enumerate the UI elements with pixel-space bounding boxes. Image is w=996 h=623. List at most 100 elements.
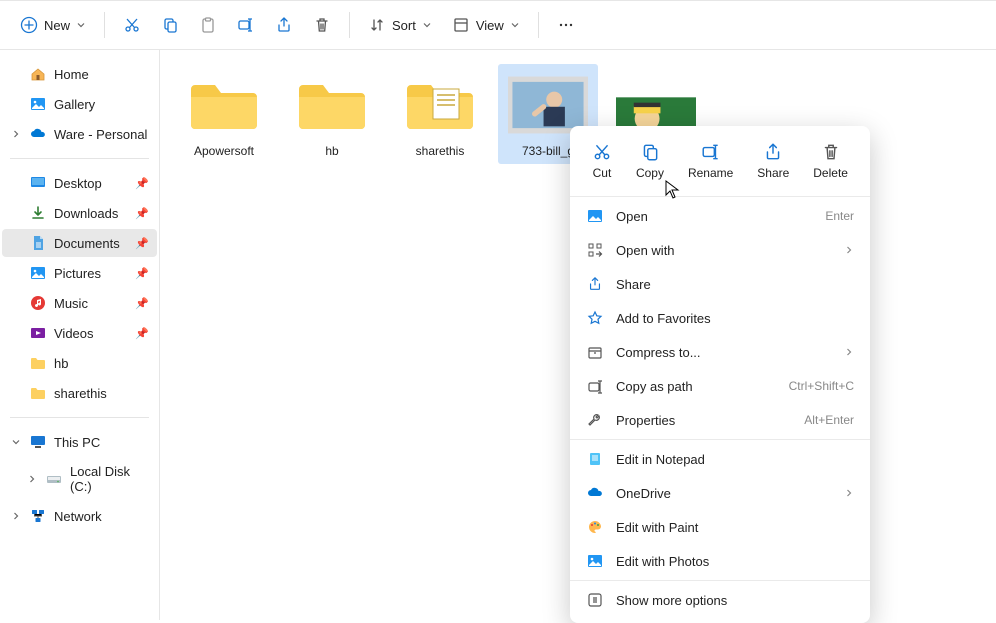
shortcut: Alt+Enter bbox=[804, 413, 854, 427]
folder-icon bbox=[30, 385, 46, 401]
ctx-notepad[interactable]: Edit in Notepad bbox=[570, 442, 870, 476]
label: Local Disk (C:) bbox=[70, 464, 151, 494]
sidebar-item-documents[interactable]: Documents 📌 bbox=[2, 229, 157, 257]
label: Ware - Personal bbox=[54, 127, 147, 142]
documents-icon bbox=[30, 235, 46, 251]
label: Gallery bbox=[54, 97, 95, 112]
chevron-right-icon bbox=[844, 245, 854, 255]
paste-button[interactable] bbox=[189, 10, 227, 40]
shortcut: Enter bbox=[825, 209, 854, 223]
sidebar-item-pictures[interactable]: Pictures 📌 bbox=[2, 259, 157, 287]
sidebar-item-localdisk[interactable]: Local Disk (C:) bbox=[2, 458, 157, 500]
chevron-right-icon[interactable] bbox=[26, 473, 38, 485]
ctx-openwith[interactable]: Open with bbox=[570, 233, 870, 267]
label: hb bbox=[54, 356, 68, 371]
ctx-photos[interactable]: Edit with Photos bbox=[570, 544, 870, 578]
sidebar-item-desktop[interactable]: Desktop 📌 bbox=[2, 169, 157, 197]
label: Properties bbox=[616, 413, 675, 428]
ctx-paint[interactable]: Edit with Paint bbox=[570, 510, 870, 544]
ctx-share2[interactable]: Share bbox=[570, 267, 870, 301]
sidebar-item-home[interactable]: Home bbox=[2, 60, 157, 88]
pin-icon[interactable]: 📌 bbox=[135, 327, 149, 340]
ctx-copy[interactable]: Copy bbox=[632, 138, 668, 184]
sidebar-item-gallery[interactable]: Gallery bbox=[2, 90, 157, 118]
sort-button[interactable]: Sort bbox=[358, 10, 442, 40]
sidebar-item-downloads[interactable]: Downloads 📌 bbox=[2, 199, 157, 227]
sidebar-item-videos[interactable]: Videos 📌 bbox=[2, 319, 157, 347]
label: Rename bbox=[688, 166, 733, 180]
cut-button[interactable] bbox=[113, 10, 151, 40]
sidebar-item-music[interactable]: Music 📌 bbox=[2, 289, 157, 317]
mouse-cursor-icon bbox=[665, 180, 681, 200]
pin-icon[interactable]: 📌 bbox=[135, 267, 149, 280]
sidebar-item-network[interactable]: Network bbox=[2, 502, 157, 530]
sort-icon bbox=[368, 16, 386, 34]
ctx-more-options[interactable]: Show more options bbox=[570, 583, 870, 617]
label: Delete bbox=[813, 166, 848, 180]
ctx-open[interactable]: OpenEnter bbox=[570, 199, 870, 233]
sidebar-item-sharethis[interactable]: sharethis bbox=[2, 379, 157, 407]
label: Cut bbox=[593, 166, 612, 180]
chevron-down-icon bbox=[422, 20, 432, 30]
share-icon bbox=[586, 275, 604, 293]
ctx-rename[interactable]: Rename bbox=[684, 138, 737, 184]
ctx-favorites[interactable]: Add to Favorites bbox=[570, 301, 870, 335]
sidebar-item-ware[interactable]: Ware - Personal bbox=[2, 120, 157, 148]
copypath-icon bbox=[586, 377, 604, 395]
folder-item-sharethis[interactable]: sharethis bbox=[390, 64, 490, 164]
folder-item-apowersoft[interactable]: Apowersoft bbox=[174, 64, 274, 164]
chevron-right-icon[interactable] bbox=[10, 510, 22, 522]
onedrive-icon bbox=[30, 126, 46, 142]
ctx-cut[interactable]: Cut bbox=[588, 138, 616, 184]
share-icon bbox=[275, 16, 293, 34]
view-icon bbox=[452, 16, 470, 34]
rename-button[interactable] bbox=[227, 10, 265, 40]
share-button[interactable] bbox=[265, 10, 303, 40]
paint-icon bbox=[586, 518, 604, 536]
pin-icon[interactable]: 📌 bbox=[135, 177, 149, 190]
pin-icon[interactable]: 📌 bbox=[135, 207, 149, 220]
wrench-icon bbox=[586, 411, 604, 429]
pictures-icon bbox=[30, 265, 46, 281]
more-button[interactable] bbox=[547, 10, 585, 40]
copy-button[interactable] bbox=[151, 10, 189, 40]
label: Share bbox=[616, 277, 651, 292]
divider bbox=[10, 417, 149, 418]
label: OneDrive bbox=[616, 486, 671, 501]
label: sharethis bbox=[416, 144, 465, 158]
folder-icon bbox=[184, 70, 264, 140]
folder-item-hb[interactable]: hb bbox=[282, 64, 382, 164]
chevron-down-icon bbox=[76, 20, 86, 30]
ctx-share[interactable]: Share bbox=[753, 138, 793, 184]
pin-icon[interactable]: 📌 bbox=[135, 297, 149, 310]
rename-icon bbox=[237, 16, 255, 34]
context-menu-top-actions: Cut Copy Rename Share Delete bbox=[570, 132, 870, 194]
folder-icon bbox=[30, 355, 46, 371]
label: Apowersoft bbox=[194, 144, 254, 158]
new-button[interactable]: New bbox=[10, 10, 96, 40]
ctx-compress[interactable]: Compress to... bbox=[570, 335, 870, 369]
desktop-icon bbox=[30, 175, 46, 191]
toolbar: New Sort View bbox=[0, 0, 996, 50]
delete-button[interactable] bbox=[303, 10, 341, 40]
openwith-icon bbox=[586, 241, 604, 259]
sidebar-item-thispc[interactable]: This PC bbox=[2, 428, 157, 456]
download-icon bbox=[30, 205, 46, 221]
ctx-delete[interactable]: Delete bbox=[809, 138, 852, 184]
ctx-onedrive[interactable]: OneDrive bbox=[570, 476, 870, 510]
label: Downloads bbox=[54, 206, 118, 221]
folder-icon bbox=[292, 70, 372, 140]
notepad-icon bbox=[586, 450, 604, 468]
music-icon bbox=[30, 295, 46, 311]
sidebar-item-hb[interactable]: hb bbox=[2, 349, 157, 377]
ctx-properties[interactable]: Properties Alt+Enter bbox=[570, 403, 870, 437]
chevron-down-icon[interactable] bbox=[10, 436, 22, 448]
chevron-right-icon[interactable] bbox=[10, 128, 22, 140]
ctx-copypath[interactable]: Copy as pathCtrl+Shift+C bbox=[570, 369, 870, 403]
view-button[interactable]: View bbox=[442, 10, 530, 40]
pin-icon[interactable]: 📌 bbox=[135, 237, 149, 250]
clipboard-icon bbox=[199, 16, 217, 34]
label: Copy bbox=[636, 166, 664, 180]
plus-circle-icon bbox=[20, 16, 38, 34]
label: Share bbox=[757, 166, 789, 180]
